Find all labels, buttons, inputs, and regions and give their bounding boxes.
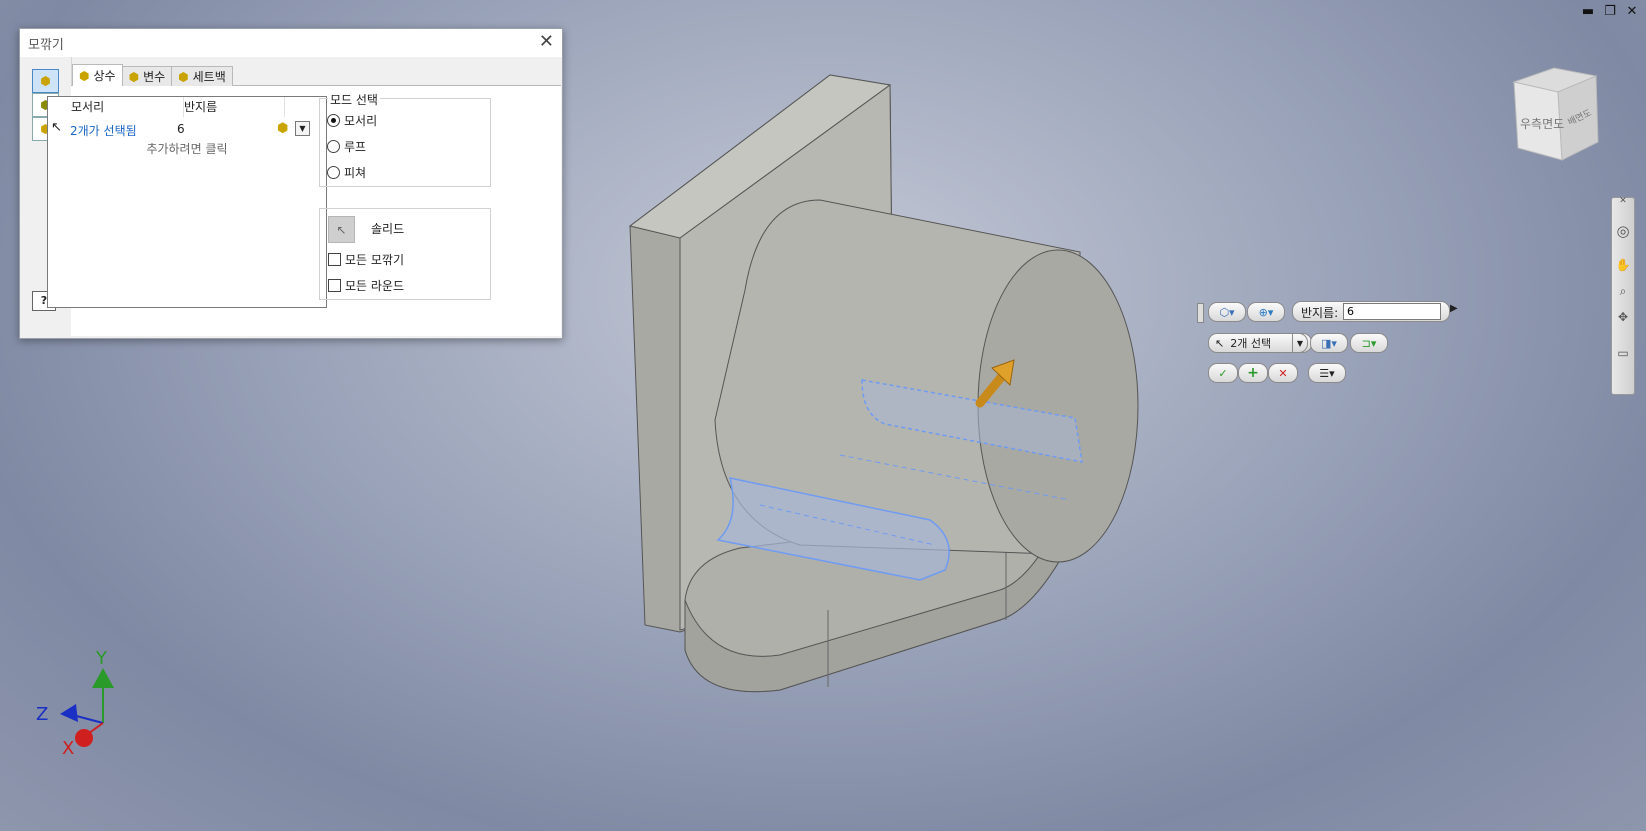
orbit-icon[interactable]: ✥ [1615,310,1631,326]
mode-selection-group: 모드 선택 모서리 루프 피쳐 [319,91,491,187]
minitoolbar-selection-tool-button[interactable]: ⊐▾ [1350,333,1388,353]
column-header-radius[interactable]: 반지름 [178,97,285,117]
edge-table[interactable]: 모서리 반지름 ↖ 2개가 선택됨 6 ⬢ ▼ 추가하려면 클릭 [47,96,327,308]
tab-variable[interactable]: ⬢ 변수 [121,66,173,86]
zoom-icon[interactable]: ⌕ [1615,284,1631,300]
all-rounds-option[interactable]: 모든 라운드 [328,277,404,294]
minitoolbar-grip[interactable] [1197,303,1204,323]
view-cube[interactable]: 우측면도 배면도 [1506,60,1602,170]
solid-cursor-icon: ↖ [336,222,347,237]
edge-fillet-type-button[interactable]: ⬢ [32,69,59,93]
row-fillet-icon[interactable]: ⬢ [277,121,288,136]
mode-option-edge-label: 모서리 [344,114,378,128]
tab-constant[interactable]: ⬢ 상수 [72,64,123,86]
z-axis-icon [60,704,78,722]
row-pointer-icon: ↖ [51,120,62,135]
viewcube-front-label: 우측면도 [1520,117,1564,131]
radius-play-icon[interactable]: ▶ [1450,303,1460,319]
mode-option-loop[interactable]: 루프 [327,138,366,155]
mode-option-feature-label: 피쳐 [344,166,367,180]
minitoolbar-options-button[interactable]: ☰▾ [1308,363,1346,383]
mode-option-edge[interactable]: 모서리 [327,112,377,129]
minitoolbar-apply-add-button[interactable]: + [1238,363,1268,383]
select-dropdown-icon[interactable]: ▼ [1292,333,1308,353]
edge-fillet-icon: ⬢ [40,74,51,88]
apply-plus-icon: ⊕▾ [1258,305,1274,319]
navbar-close-icon[interactable]: ✕ [1615,196,1631,212]
row-dropdown-icon[interactable]: ▼ [295,121,310,136]
cursor-icon: ↖ [1215,336,1225,350]
z-axis-label: Z [36,704,48,725]
radio-feature[interactable] [327,166,340,179]
steering-wheel-icon[interactable]: ◎ [1615,222,1631,240]
all-rounds-checkbox[interactable] [328,279,341,292]
minitoolbar-radius-control: 반지름: [1292,301,1450,322]
variable-tab-icon: ⬢ [128,69,140,84]
table-row-edge[interactable]: 2개가 선택됨 [70,122,137,139]
add-row-hint[interactable]: 추가하려면 클릭 [48,140,326,157]
all-fillets-option[interactable]: 모든 모깎기 [328,251,404,268]
minitoolbar-cancel-button[interactable]: ✕ [1268,363,1298,383]
all-fillets-label: 모든 모깎기 [345,253,405,267]
select-count-label: 2개 선택 [1230,337,1272,350]
radius-label: 반지름: [1301,306,1339,320]
radio-loop[interactable] [327,140,340,153]
minitoolbar-mode-button[interactable]: ◨▾ [1310,333,1348,353]
tab-setback-label: 세트백 [192,70,226,84]
dialog-tabs: ⬢ 상수 ⬢ 변수 ⬢ 세트백 [72,64,233,86]
x-axis-label: X [62,738,74,758]
minitoolbar-apply-button[interactable]: ⊕▾ [1247,302,1285,322]
mode-option-feature[interactable]: 피쳐 [327,164,366,181]
dialog-title: 모깎기 [28,38,64,53]
look-at-icon[interactable]: ▭ [1615,346,1631,362]
tab-constant-label: 상수 [93,69,116,83]
mode-group-title: 모드 선택 [328,91,380,108]
minitoolbar-solid-button[interactable]: ⬡▾ [1208,302,1246,322]
solid-group: ↖ 솔리드 모든 모깎기 모든 라운드 [319,208,491,300]
edge-mode-icon: ◨▾ [1321,336,1337,350]
column-header-edge[interactable]: 모서리 [65,97,184,117]
all-fillets-checkbox[interactable] [328,253,341,266]
options-list-icon: ☰▾ [1319,366,1335,380]
fillet-dialog: 모깎기 ✕ ⬢ ⬢ ⬢ ? ⬢ 상수 ⬢ 변수 ⬢ 세트백 모서리 반지름 ↖ 2개가… [19,28,563,339]
selection-filter-icon: ⊐▾ [1361,336,1377,350]
tab-setback[interactable]: ⬢ 세트백 [171,66,233,86]
mode-option-loop-label: 루프 [344,140,367,154]
y-axis-label: Y [95,648,108,669]
tab-variable-label: 변수 [143,70,166,84]
radius-input[interactable] [1343,303,1441,320]
y-axis-icon [92,668,114,688]
solid-label: 솔리드 [371,222,405,236]
solid-select-button[interactable]: ↖ [328,216,355,243]
solid-cube-icon: ⬡▾ [1219,305,1235,319]
constant-tab-icon: ⬢ [79,68,90,83]
table-row-radius[interactable]: 6 [177,122,185,136]
x-axis-icon [75,729,93,747]
dialog-close-icon[interactable]: ✕ [539,31,554,52]
all-rounds-label: 모든 라운드 [345,279,405,293]
pan-icon[interactable]: ✋ [1615,258,1631,274]
axis-triad: Y Z X [36,648,114,758]
dialog-titlebar[interactable]: 모깎기 ✕ [20,29,562,57]
setback-tab-icon: ⬢ [178,69,189,84]
navigation-bar: ✕ ◎ ✋ ⌕ ✥ ▭ [1611,196,1635,395]
minitoolbar-ok-button[interactable]: ✓ [1208,363,1238,383]
radio-edge[interactable] [327,114,340,127]
